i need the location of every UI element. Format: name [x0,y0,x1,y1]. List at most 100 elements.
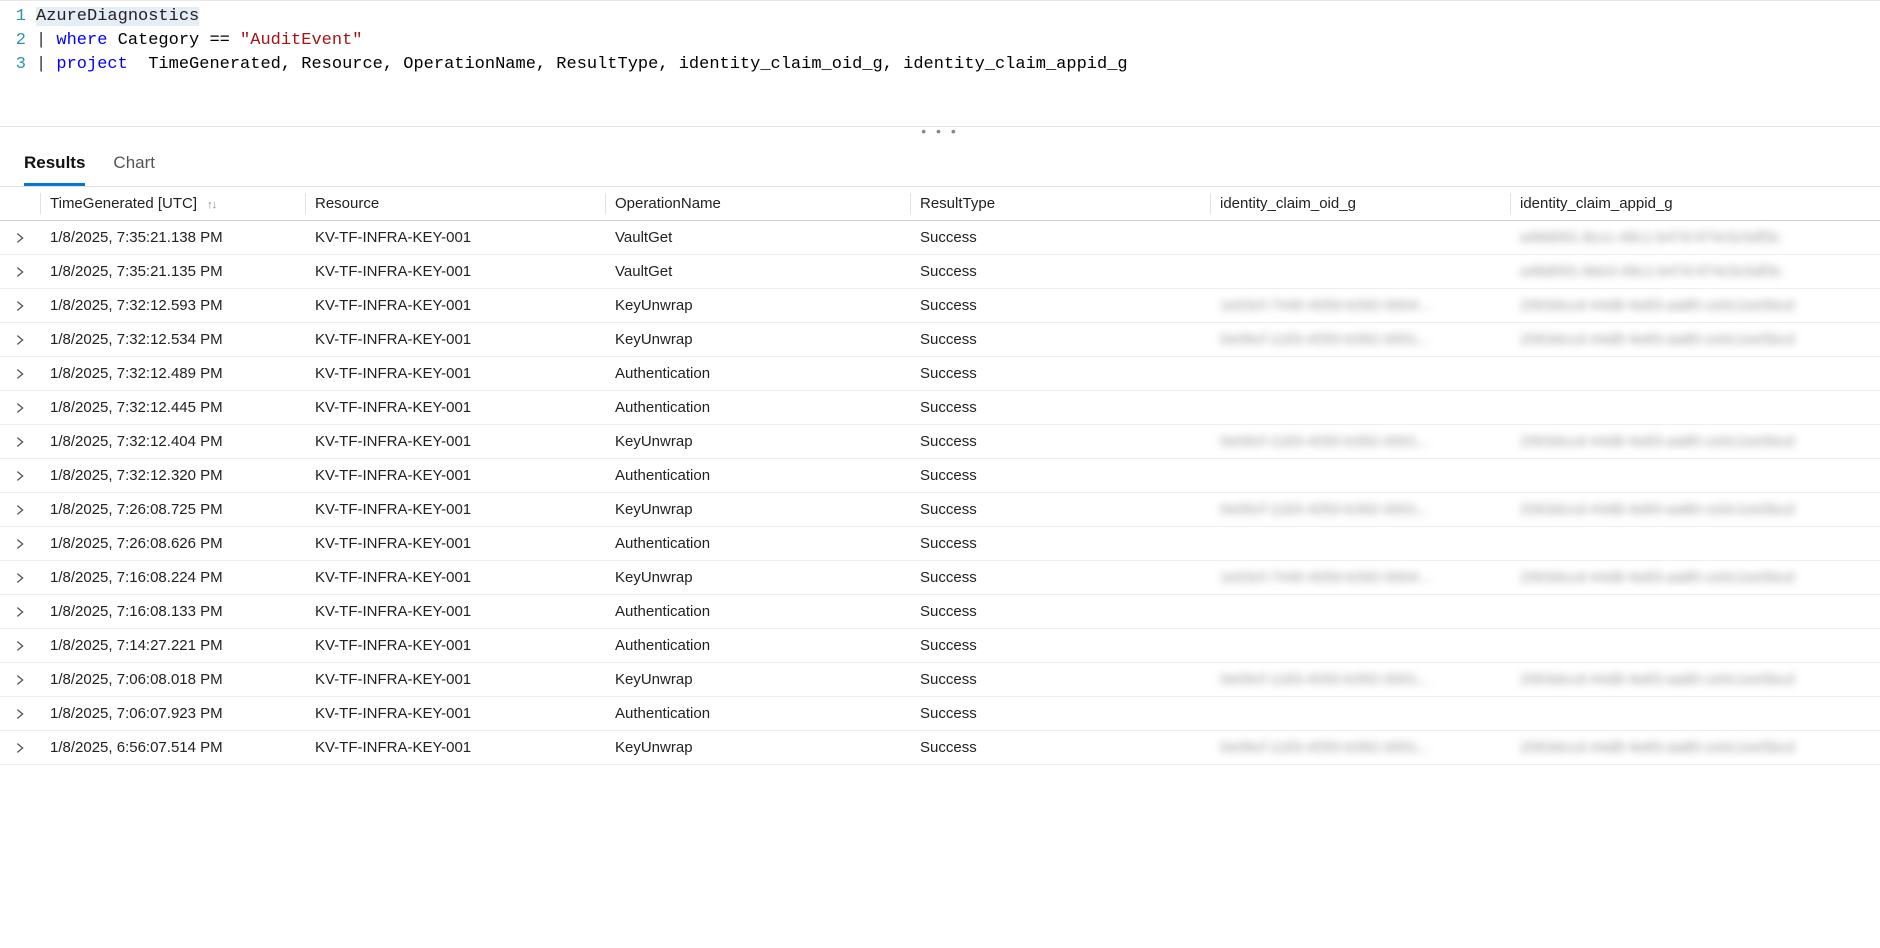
cell-resulttype: Success [910,561,1210,595]
cell-identity-oid [1210,595,1510,629]
column-timegenerated[interactable]: TimeGenerated [UTC] ↑↓ [40,187,305,221]
expand-row[interactable] [0,357,40,391]
cell-identity-appid: 2063dccd-44d8-4e83-aa80-ce0c1ee5bcd [1510,731,1880,765]
expand-row[interactable] [0,289,40,323]
expand-row[interactable] [0,663,40,697]
editor-line[interactable]: 1AzureDiagnostics [0,5,1880,29]
chevron-right-icon [13,571,27,585]
tab-chart[interactable]: Chart [113,153,155,186]
chevron-right-icon [13,299,27,313]
cell-identity-oid [1210,697,1510,731]
table-row[interactable]: 1/8/2025, 7:16:08.224 PMKV-TF-INFRA-KEY-… [0,561,1880,595]
cell-resource: KV-TF-INFRA-KEY-001 [305,323,605,357]
cell-resource: KV-TF-INFRA-KEY-001 [305,493,605,527]
table-row[interactable]: 1/8/2025, 7:16:08.133 PMKV-TF-INFRA-KEY-… [0,595,1880,629]
table-row[interactable]: 1/8/2025, 7:32:12.404 PMKV-TF-INFRA-KEY-… [0,425,1880,459]
expand-row[interactable] [0,595,40,629]
chevron-right-icon [13,503,27,517]
expand-row[interactable] [0,731,40,765]
expand-row[interactable] [0,697,40,731]
column-label: ResultType [920,195,995,212]
chevron-right-icon [13,469,27,483]
editor-line[interactable]: 3| project TimeGenerated, Resource, Oper… [0,53,1880,77]
cell-identity-appid [1510,527,1880,561]
cell-identity-appid [1510,459,1880,493]
cell-operationname: VaultGet [605,255,910,289]
cell-operationname: KeyUnwrap [605,425,910,459]
cell-operationname: Authentication [605,527,910,561]
column-label: identity_claim_oid_g [1220,195,1356,212]
cell-operationname: KeyUnwrap [605,323,910,357]
cell-operationname: Authentication [605,357,910,391]
cell-identity-oid: 0e09cf-1183-4050-b392-0001... [1210,425,1510,459]
cell-resulttype: Success [910,527,1210,561]
cell-operationname: Authentication [605,595,910,629]
expand-row[interactable] [0,255,40,289]
cell-timegenerated: 1/8/2025, 7:06:08.018 PM [40,663,305,697]
cell-identity-appid: 2063dccd-44d8-4e83-aa80-ce0c1ee5bcd [1510,663,1880,697]
cell-resource: KV-TF-INFRA-KEY-001 [305,527,605,561]
expand-row[interactable] [0,459,40,493]
expand-row[interactable] [0,629,40,663]
cell-identity-oid [1210,459,1510,493]
expand-row[interactable] [0,561,40,595]
cell-resource: KV-TF-INFRA-KEY-001 [305,255,605,289]
table-row[interactable]: 1/8/2025, 7:35:21.138 PMKV-TF-INFRA-KEY-… [0,221,1880,255]
tab-results[interactable]: Results [24,153,85,186]
table-row[interactable]: 1/8/2025, 7:35:21.135 PMKV-TF-INFRA-KEY-… [0,255,1880,289]
cell-identity-appid [1510,595,1880,629]
cell-resource: KV-TF-INFRA-KEY-001 [305,289,605,323]
column-operationname[interactable]: OperationName [605,187,910,221]
cell-timegenerated: 1/8/2025, 7:26:08.626 PM [40,527,305,561]
table-row[interactable]: 1/8/2025, 7:32:12.593 PMKV-TF-INFRA-KEY-… [0,289,1880,323]
cell-resulttype: Success [910,663,1210,697]
cell-identity-appid: 2063dccd-44d8-4e83-aa80-ce0c1ee5bcd [1510,561,1880,595]
table-row[interactable]: 1/8/2025, 7:26:08.626 PMKV-TF-INFRA-KEY-… [0,527,1880,561]
result-tabs: Results Chart [0,141,1880,186]
cell-identity-appid: 2063dccd-44d8-4e83-aa80-ce0c1ee5bcd [1510,323,1880,357]
table-row[interactable]: 1/8/2025, 7:32:12.445 PMKV-TF-INFRA-KEY-… [0,391,1880,425]
cell-resulttype: Success [910,595,1210,629]
editor-line[interactable]: 2| where Category == "AuditEvent" [0,29,1880,53]
cell-identity-appid: a48d091-8ccc-49c1-b47d-974c5c5df3c [1510,221,1880,255]
cell-timegenerated: 1/8/2025, 7:32:12.320 PM [40,459,305,493]
table-row[interactable]: 1/8/2025, 7:06:08.018 PMKV-TF-INFRA-KEY-… [0,663,1880,697]
expand-row[interactable] [0,493,40,527]
table-row[interactable]: 1/8/2025, 7:06:07.923 PMKV-TF-INFRA-KEY-… [0,697,1880,731]
expand-row[interactable] [0,221,40,255]
chevron-right-icon [13,367,27,381]
cell-operationname: KeyUnwrap [605,561,910,595]
column-identity-oid[interactable]: identity_claim_oid_g [1210,187,1510,221]
column-resulttype[interactable]: ResultType [910,187,1210,221]
table-row[interactable]: 1/8/2025, 7:32:12.489 PMKV-TF-INFRA-KEY-… [0,357,1880,391]
code-content[interactable]: | project TimeGenerated, Resource, Opera… [36,53,1128,77]
line-number: 3 [0,53,36,77]
cell-identity-oid: 1e03cf-7440-4050-b392-0004... [1210,289,1510,323]
sort-icon[interactable]: ↑↓ [207,199,216,211]
kql-editor[interactable]: 1AzureDiagnostics2| where Category == "A… [0,0,1880,127]
table-row[interactable]: 1/8/2025, 7:14:27.221 PMKV-TF-INFRA-KEY-… [0,629,1880,663]
code-content[interactable]: | where Category == "AuditEvent" [36,29,362,53]
expand-row[interactable] [0,425,40,459]
expand-row[interactable] [0,527,40,561]
table-row[interactable]: 1/8/2025, 7:32:12.320 PMKV-TF-INFRA-KEY-… [0,459,1880,493]
cell-resulttype: Success [910,221,1210,255]
cell-operationname: Authentication [605,629,910,663]
chevron-right-icon [13,231,27,245]
table-row[interactable]: 1/8/2025, 6:56:07.514 PMKV-TF-INFRA-KEY-… [0,731,1880,765]
column-identity-appid[interactable]: identity_claim_appid_g [1510,187,1880,221]
code-content[interactable]: AzureDiagnostics [36,5,199,29]
expand-row[interactable] [0,391,40,425]
cell-operationname: KeyUnwrap [605,663,910,697]
resize-handle[interactable]: • • • [0,127,1880,141]
expand-row[interactable] [0,323,40,357]
column-resource[interactable]: Resource [305,187,605,221]
table-row[interactable]: 1/8/2025, 7:32:12.534 PMKV-TF-INFRA-KEY-… [0,323,1880,357]
chevron-right-icon [13,537,27,551]
cell-resulttype: Success [910,323,1210,357]
table-row[interactable]: 1/8/2025, 7:26:08.725 PMKV-TF-INFRA-KEY-… [0,493,1880,527]
chevron-right-icon [13,333,27,347]
cell-identity-oid [1210,391,1510,425]
cell-operationname: KeyUnwrap [605,731,910,765]
cell-identity-appid [1510,697,1880,731]
